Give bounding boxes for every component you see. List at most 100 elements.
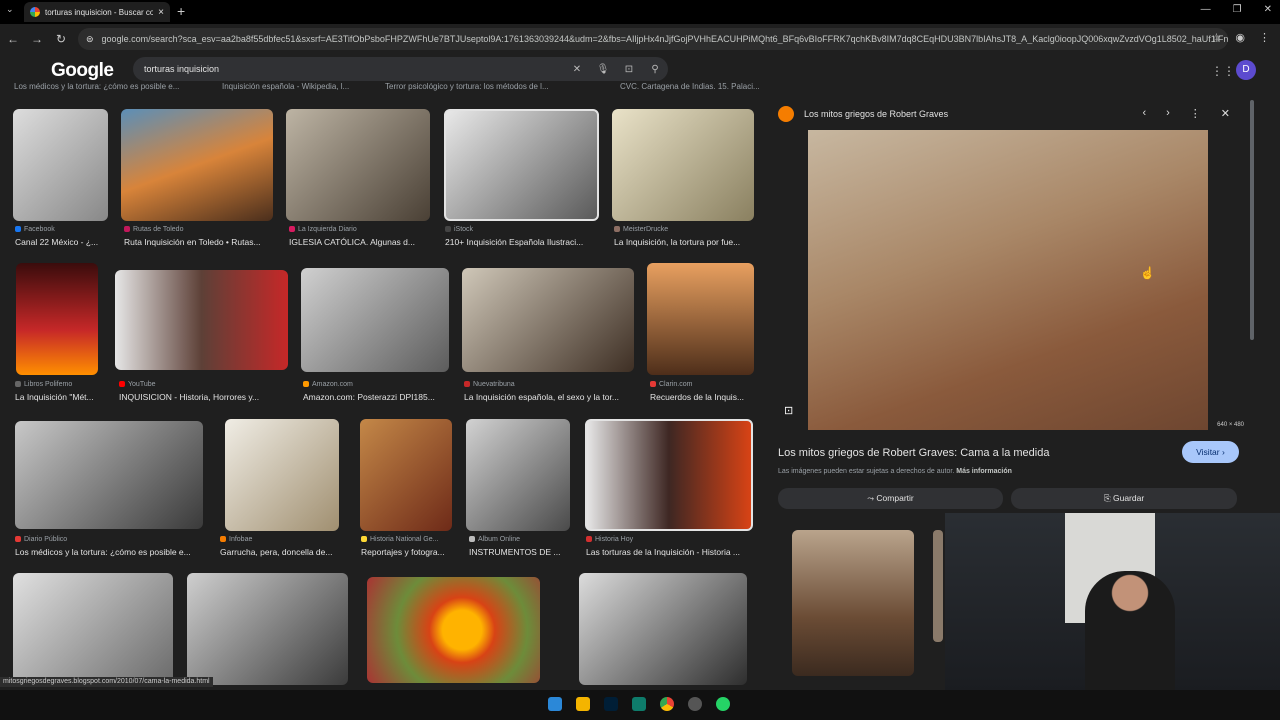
result-title[interactable]: IGLESIA CATÓLICA. Algunas d... (289, 237, 434, 247)
result-thumbnail[interactable] (13, 109, 108, 221)
result-source: Infobae (220, 536, 252, 543)
google-favicon-icon (30, 7, 40, 17)
result-thumbnail[interactable] (286, 109, 430, 221)
result-thumbnail[interactable] (115, 270, 288, 370)
taskbar (0, 690, 1280, 720)
top-row-title[interactable]: Los médicos y la tortura: ¿cómo es posib… (14, 82, 179, 91)
bookmark-star-icon[interactable]: ☆ (1212, 31, 1222, 44)
top-row-title[interactable]: Inquisición española - Wikipedia, l... (222, 82, 349, 91)
close-tab-icon[interactable]: × (158, 7, 164, 18)
share-button[interactable]: ⤳ Compartir (778, 488, 1003, 509)
settings-icon[interactable] (688, 697, 702, 711)
chrome-icon[interactable] (660, 697, 674, 711)
close-panel-icon[interactable]: ✕ (1221, 107, 1230, 120)
microphone-icon[interactable]: 🎙 (590, 64, 616, 75)
whatsapp-icon[interactable] (716, 697, 730, 711)
result-thumbnail[interactable] (444, 109, 599, 221)
blogger-icon (778, 106, 794, 122)
preview-image[interactable] (808, 130, 1208, 430)
copyright-notice: Las imágenes pueden estar sujetas a dere… (778, 468, 1012, 475)
more-info-link[interactable]: Más información (956, 468, 1012, 475)
search-icon[interactable]: ⚲ (642, 64, 668, 75)
visit-button[interactable]: Visitar › (1182, 441, 1239, 463)
result-thumbnail[interactable] (367, 577, 540, 683)
result-thumbnail[interactable] (612, 109, 754, 221)
result-title[interactable]: Ruta Inquisición en Toledo • Rutas... (124, 237, 274, 247)
result-title[interactable]: Los médicos y la tortura: ¿cómo es posib… (15, 547, 220, 557)
tab-bar: ⌄ torturas inquisicion - Buscar con Goog… (0, 0, 1280, 24)
google-logo[interactable]: Google (51, 60, 114, 82)
close-window-icon[interactable]: ✕ (1264, 4, 1272, 15)
result-thumbnail[interactable] (462, 268, 634, 372)
result-thumbnail[interactable] (13, 573, 173, 685)
result-title[interactable]: Las torturas de la Inquisición - Histori… (586, 547, 756, 557)
result-title[interactable]: 210+ Inquisición Española Ilustraci... (445, 237, 600, 247)
top-row-title[interactable]: Terror psicológico y tortura: los método… (385, 82, 549, 91)
new-tab-icon[interactable]: + (177, 3, 185, 19)
result-title[interactable]: Garrucha, pera, doncella de... (220, 547, 350, 557)
result-title[interactable]: Amazon.com: Posterazzi DPI185... (303, 392, 453, 402)
panel-title[interactable]: Los mitos griegos de Robert Graves: Cama… (778, 447, 1049, 459)
next-icon[interactable]: › (1166, 107, 1170, 120)
status-url: mitosgriegosdegraves.blogspot.com/2010/0… (0, 677, 213, 687)
terminal-icon[interactable] (632, 697, 646, 711)
result-thumbnail[interactable] (466, 419, 570, 531)
browser-tab[interactable]: torturas inquisicion - Buscar con Google… (24, 2, 170, 22)
result-thumbnail[interactable] (579, 573, 747, 685)
url-field[interactable]: ⊜ google.com/search?sca_esv=aa2ba8f55dbf… (78, 28, 1228, 50)
avatar[interactable]: D (1236, 60, 1256, 80)
result-thumbnail[interactable] (121, 109, 273, 221)
back-icon[interactable]: ← (2, 32, 24, 46)
lens-icon[interactable]: ⊡ (616, 64, 642, 75)
result-thumbnail[interactable] (360, 419, 452, 531)
result-thumbnail[interactable] (585, 419, 753, 531)
file-explorer-icon[interactable] (576, 697, 590, 711)
lens-search-icon[interactable]: ⊡ (784, 404, 793, 417)
result-title[interactable]: INQUISICION - Historia, Horrores y... (119, 392, 289, 402)
related-image[interactable] (792, 530, 914, 676)
result-source: YouTube (119, 381, 156, 388)
result-thumbnail[interactable] (16, 263, 98, 375)
tab-search-icon[interactable]: ⌄ (6, 4, 14, 15)
panel-site-name[interactable]: Los mitos griegos de Robert Graves (804, 109, 948, 119)
result-source: La Izquierda Diario (289, 226, 357, 233)
search-input[interactable]: torturas inquisicion (144, 64, 564, 74)
result-title[interactable]: Reportajes y fotogra... (361, 547, 456, 557)
result-thumbnail[interactable] (187, 573, 348, 685)
minimize-icon[interactable]: — (1201, 4, 1211, 15)
result-thumbnail[interactable] (301, 268, 449, 372)
result-title[interactable]: La Inquisición "Mét... (15, 392, 110, 402)
url-text: google.com/search?sca_esv=aa2ba8f55dbfec… (101, 34, 1228, 44)
result-thumbnail[interactable] (647, 263, 754, 375)
menu-icon[interactable]: ⋮ (1259, 31, 1270, 44)
result-source: Rutas de Toledo (124, 226, 183, 233)
result-source: Historia Hoy (586, 536, 633, 543)
reload-icon[interactable]: ↻ (50, 32, 72, 46)
result-thumbnail[interactable] (225, 419, 339, 531)
site-info-icon[interactable]: ⊜ (86, 34, 94, 45)
forward-icon[interactable]: → (26, 32, 48, 46)
profile-icon[interactable]: ◉ (1235, 31, 1245, 44)
related-image[interactable] (933, 530, 943, 642)
address-bar: ← → ↻ ⊜ google.com/search?sca_esv=aa2ba8… (0, 24, 1280, 54)
save-button[interactable]: ⎘ Guardar (1011, 488, 1237, 509)
previous-icon[interactable]: ‹ (1142, 107, 1146, 120)
photoshop-icon[interactable] (604, 697, 618, 711)
result-source: Amazon.com (303, 381, 353, 388)
maximize-icon[interactable]: ❐ (1233, 4, 1242, 15)
result-thumbnail[interactable] (15, 421, 203, 529)
scrollbar[interactable] (1250, 100, 1254, 340)
result-source: Diario Público (15, 536, 67, 543)
top-row-title[interactable]: CVC. Cartagena de Indias. 15. Palaci... (620, 82, 760, 91)
result-title[interactable]: Recuerdos de la Inquis... (650, 392, 755, 402)
more-options-icon[interactable]: ⋮ (1190, 107, 1201, 120)
clear-icon[interactable]: ✕ (564, 64, 590, 75)
start-icon[interactable] (548, 697, 562, 711)
result-title[interactable]: Canal 22 México - ¿... (15, 237, 115, 247)
window-controls: — ❐ ✕ (1201, 4, 1272, 15)
search-box[interactable]: torturas inquisicion ✕ 🎙 ⊡ ⚲ (133, 57, 668, 81)
result-source: Album Online (469, 536, 520, 543)
result-title[interactable]: La Inquisición, la tortura por fue... (614, 237, 756, 247)
result-title[interactable]: INSTRUMENTOS DE ... (469, 547, 574, 557)
result-title[interactable]: La Inquisición española, el sexo y la to… (464, 392, 636, 402)
